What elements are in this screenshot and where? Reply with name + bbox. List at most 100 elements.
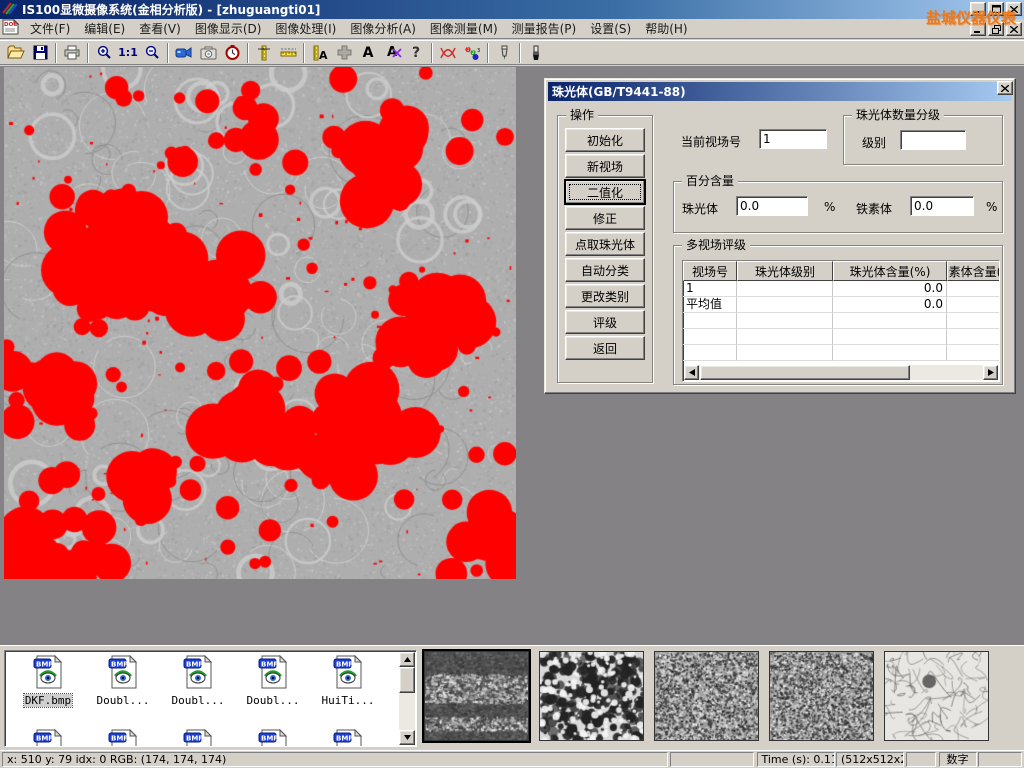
col-pearlite-grade[interactable]: 珠光体级别 [737, 261, 833, 281]
new-field-button[interactable]: 新视场 [565, 154, 645, 178]
actual-size-button[interactable]: 1:1 [116, 42, 140, 64]
file-item[interactable]: BMP [163, 729, 233, 747]
svg-text:BMP: BMP [36, 661, 53, 669]
scroll-left-button[interactable] [684, 365, 699, 380]
camera-button[interactable] [196, 42, 220, 64]
print-button[interactable] [60, 42, 84, 64]
toolbar-separator [487, 43, 489, 63]
timer-button[interactable] [220, 42, 244, 64]
dialog-title-bar[interactable]: 珠光体(GB/T9441-88) [548, 82, 1012, 101]
pick-pearlite-button[interactable]: 点取珠光体 [565, 232, 645, 256]
change-class-button[interactable]: 更改类别 [565, 284, 645, 308]
status-image-size: (512x512x24) [836, 752, 904, 767]
merge-button[interactable] [332, 42, 356, 64]
close-button[interactable] [1006, 2, 1022, 16]
dialog-close-button[interactable] [997, 81, 1013, 95]
menu-image-analysis[interactable]: 图像分析(A) [343, 18, 423, 39]
bmp-file-icon: BMP [106, 655, 140, 689]
open-file-button[interactable] [4, 42, 28, 64]
delete-text-button[interactable]: A [380, 42, 404, 64]
zoom-out-button[interactable] [140, 42, 164, 64]
menu-view[interactable]: 查看(V) [132, 18, 188, 39]
thumbnail-image[interactable] [654, 651, 759, 741]
menu-file[interactable]: 文件(F) [23, 18, 77, 39]
mdi-minimize-button[interactable] [970, 22, 986, 36]
mdi-restore-button[interactable] [988, 22, 1004, 36]
file-item[interactable]: BMP [313, 729, 383, 747]
maximize-button[interactable] [988, 2, 1004, 16]
table-row[interactable] [683, 345, 999, 361]
minimize-button[interactable] [970, 2, 986, 16]
menu-image-measure[interactable]: 图像测量(M) [423, 18, 505, 39]
ruler-label-button[interactable]: A [308, 42, 332, 64]
save-button[interactable] [28, 42, 52, 64]
file-item[interactable]: BMP [13, 729, 83, 747]
file-item[interactable]: BMP HuiTi... [313, 655, 383, 707]
horizontal-ruler-button[interactable] [276, 42, 300, 64]
pearlite-percent-label: 珠光体 [682, 200, 718, 217]
classify-points-button[interactable]: 123 [460, 42, 484, 64]
status-position: x: 510 y: 79 idx: 0 RGB: (174, 174, 174) [2, 752, 668, 767]
menu-help[interactable]: 帮助(H) [638, 18, 694, 39]
scroll-right-button[interactable] [983, 365, 998, 380]
ferrite-percent-input[interactable] [910, 196, 974, 216]
grade-legend: 珠光体数量分级 [852, 108, 944, 122]
auto-classify-button[interactable]: 自动分类 [565, 258, 645, 282]
table-row[interactable]: 平均值 0.0 [683, 297, 999, 313]
percent-legend: 百分含量 [682, 174, 738, 188]
col-pearlite-content[interactable]: 珠光体含量(%) [833, 261, 947, 281]
thumbnail-image[interactable] [884, 651, 989, 741]
table-h-scrollbar[interactable] [684, 365, 998, 380]
file-item[interactable]: BMP DKF.bmp [13, 655, 83, 707]
col-field-no[interactable]: 视场号 [683, 261, 737, 281]
menu-edit[interactable]: 编辑(E) [77, 18, 132, 39]
return-button[interactable]: 返回 [565, 336, 645, 360]
thumbnail-strip [424, 651, 989, 741]
file-name: DKF.bmp [24, 694, 72, 707]
menu-image-process[interactable]: 图像处理(I) [268, 18, 343, 39]
video-camera-button[interactable] [172, 42, 196, 64]
file-item[interactable]: BMP [88, 729, 158, 747]
scroll-up-button[interactable] [399, 652, 415, 667]
table-row[interactable]: 1 0.0 [683, 281, 999, 297]
brush-button[interactable] [524, 42, 548, 64]
help-button[interactable]: ? [404, 42, 428, 64]
menu-settings[interactable]: 设置(S) [583, 18, 638, 39]
current-field-input[interactable] [759, 129, 827, 149]
svg-text:BMP: BMP [36, 735, 53, 743]
menu-report[interactable]: 测量报告(P) [505, 18, 584, 39]
scroll-thumb[interactable] [700, 365, 910, 380]
binarize-button[interactable]: 二值化 [565, 180, 645, 204]
table-row[interactable] [683, 329, 999, 345]
app-window: IS100显微摄像系统(金相分析版) - [zhuguangti01] 盐城仪器… [0, 0, 1024, 768]
file-item[interactable]: BMP Doubl... [163, 655, 233, 707]
title-bar: IS100显微摄像系统(金相分析版) - [zhuguangti01] [0, 0, 1024, 19]
zoom-in-button[interactable] [92, 42, 116, 64]
file-item[interactable]: BMP Doubl... [88, 655, 158, 707]
grade-input[interactable] [900, 130, 966, 150]
file-list-scrollbar[interactable] [399, 652, 415, 745]
scroll-thumb[interactable] [399, 667, 415, 693]
curve-tool-button[interactable] [436, 42, 460, 64]
correct-button[interactable]: 修正 [565, 206, 645, 230]
file-item[interactable]: BMP [238, 729, 308, 747]
dialog-title: 珠光体(GB/T9441-88) [552, 83, 686, 100]
thumbnail-image[interactable] [769, 651, 874, 741]
col-ferrite-content[interactable]: 铁素体含量(%) [947, 261, 1000, 281]
pick-pen-button[interactable] [492, 42, 516, 64]
menu-image-display[interactable]: 图像显示(D) [188, 18, 269, 39]
rate-button[interactable]: 评级 [565, 310, 645, 334]
mdi-close-button[interactable] [1006, 22, 1022, 36]
pearlite-percent-input[interactable] [736, 196, 808, 216]
file-item[interactable]: BMP Doubl... [238, 655, 308, 707]
document-icon[interactable]: DOC [2, 19, 19, 38]
thumbnail-image[interactable] [539, 651, 644, 741]
rating-table: 视场号 珠光体级别 珠光体含量(%) 铁素体含量(%) 1 0.0 平均值 [682, 260, 1000, 382]
initialize-button[interactable]: 初始化 [565, 128, 645, 152]
text-label-button[interactable]: A [356, 42, 380, 64]
micrograph-image[interactable] [4, 67, 516, 579]
scroll-down-button[interactable] [399, 730, 415, 745]
table-row[interactable] [683, 313, 999, 329]
vertical-ruler-button[interactable] [252, 42, 276, 64]
thumbnail-image[interactable] [424, 651, 529, 741]
